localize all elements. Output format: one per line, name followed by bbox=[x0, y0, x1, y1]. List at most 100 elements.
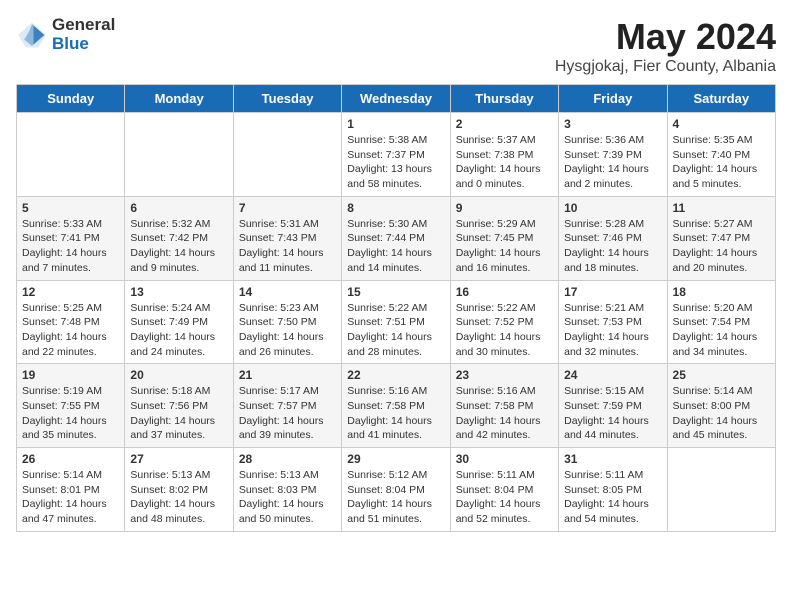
sunrise-text: Sunrise: 5:31 AM bbox=[239, 218, 319, 230]
sunset-text: Sunset: 7:45 PM bbox=[456, 232, 534, 244]
calendar-cell: 6 Sunrise: 5:32 AMSunset: 7:42 PMDaylight… bbox=[125, 196, 233, 280]
day-header-tuesday: Tuesday bbox=[233, 85, 341, 113]
sunrise-text: Sunrise: 5:13 AM bbox=[239, 469, 319, 481]
daylight-text: Daylight: 14 hours and 48 minutes. bbox=[130, 498, 215, 525]
calendar-cell: 3 Sunrise: 5:36 AMSunset: 7:39 PMDaylight… bbox=[559, 113, 667, 197]
day-number: 15 bbox=[347, 285, 444, 299]
sunrise-text: Sunrise: 5:21 AM bbox=[564, 302, 644, 314]
daylight-text: Daylight: 14 hours and 0 minutes. bbox=[456, 163, 541, 190]
daylight-text: Daylight: 14 hours and 50 minutes. bbox=[239, 498, 324, 525]
daylight-text: Daylight: 14 hours and 2 minutes. bbox=[564, 163, 649, 190]
day-number: 9 bbox=[456, 201, 553, 215]
sunset-text: Sunset: 7:47 PM bbox=[673, 232, 751, 244]
sunset-text: Sunset: 7:58 PM bbox=[456, 400, 534, 412]
sunrise-text: Sunrise: 5:22 AM bbox=[347, 302, 427, 314]
daylight-text: Daylight: 14 hours and 28 minutes. bbox=[347, 331, 432, 358]
cell-content: Sunrise: 5:27 AMSunset: 7:47 PMDaylight:… bbox=[673, 217, 770, 276]
day-header-thursday: Thursday bbox=[450, 85, 558, 113]
sunrise-text: Sunrise: 5:28 AM bbox=[564, 218, 644, 230]
logo-text: General Blue bbox=[52, 16, 115, 53]
calendar-cell: 20Sunrise: 5:18 AMSunset: 7:56 PMDayligh… bbox=[125, 364, 233, 448]
daylight-text: Daylight: 14 hours and 18 minutes. bbox=[564, 247, 649, 274]
day-header-monday: Monday bbox=[125, 85, 233, 113]
calendar-cell: 13Sunrise: 5:24 AMSunset: 7:49 PMDayligh… bbox=[125, 280, 233, 364]
cell-content: Sunrise: 5:38 AMSunset: 7:37 PMDaylight:… bbox=[347, 133, 444, 192]
sunset-text: Sunset: 7:39 PM bbox=[564, 149, 642, 161]
calendar-cell: 7 Sunrise: 5:31 AMSunset: 7:43 PMDaylight… bbox=[233, 196, 341, 280]
calendar-cell: 21Sunrise: 5:17 AMSunset: 7:57 PMDayligh… bbox=[233, 364, 341, 448]
day-header-friday: Friday bbox=[559, 85, 667, 113]
sunrise-text: Sunrise: 5:16 AM bbox=[347, 385, 427, 397]
calendar-cell: 29Sunrise: 5:12 AMSunset: 8:04 PMDayligh… bbox=[342, 448, 450, 532]
daylight-text: Daylight: 14 hours and 45 minutes. bbox=[673, 415, 758, 442]
sunrise-text: Sunrise: 5:11 AM bbox=[456, 469, 535, 481]
daylight-text: Daylight: 14 hours and 47 minutes. bbox=[22, 498, 107, 525]
sunset-text: Sunset: 8:00 PM bbox=[673, 400, 751, 412]
cell-content: Sunrise: 5:13 AM Sunset: 8:03 PM Daylight:… bbox=[239, 468, 336, 527]
daylight-text: Daylight: 14 hours and 44 minutes. bbox=[564, 415, 649, 442]
daylight-text: Daylight: 14 hours and 34 minutes. bbox=[673, 331, 758, 358]
daylight-text: Daylight: 14 hours and 7 minutes. bbox=[22, 247, 107, 274]
calendar-cell: 5Sunrise: 5:33 AMSunset: 7:41 PMDaylight… bbox=[17, 196, 125, 280]
sunset-text: Sunset: 7:55 PM bbox=[22, 400, 100, 412]
calendar-cell: 8Sunrise: 5:30 AMSunset: 7:44 PMDaylight… bbox=[342, 196, 450, 280]
sunrise-text: Sunrise: 5:23 AM bbox=[239, 302, 319, 314]
calendar-table: SundayMondayTuesdayWednesdayThursdayFrid… bbox=[16, 84, 776, 532]
sunrise-text: Sunrise: 5:15 AM bbox=[564, 385, 644, 397]
sunset-text: Sunset: 8:04 PM bbox=[347, 484, 425, 496]
calendar-cell: 18Sunrise: 5:20 AMSunset: 7:54 PMDayligh… bbox=[667, 280, 775, 364]
sunrise-text: Sunrise: 5:17 AM bbox=[239, 385, 319, 397]
day-number: 19 bbox=[22, 368, 119, 382]
sunset-text: Sunset: 7:51 PM bbox=[347, 316, 425, 328]
sunrise-text: Sunrise: 5:20 AM bbox=[673, 302, 753, 314]
calendar-cell bbox=[125, 113, 233, 197]
sunrise-text: Sunrise: 5:27 AM bbox=[673, 218, 753, 230]
cell-content: Sunrise: 5:14 AMSunset: 8:01 PMDaylight:… bbox=[22, 468, 119, 527]
cell-content: Sunrise: 5:33 AMSunset: 7:41 PMDaylight:… bbox=[22, 217, 119, 276]
cell-content: Sunrise: 5:31 AMSunset: 7:43 PMDaylight:… bbox=[239, 217, 336, 276]
sunrise-text: Sunrise: 5:13 AM bbox=[130, 469, 210, 481]
calendar-cell: 30Sunrise: 5:11 AMSunset: 8:04 PMDayligh… bbox=[450, 448, 558, 532]
cell-content: Sunrise: 5:35 AMSunset: 7:40 PMDaylight:… bbox=[673, 133, 770, 192]
sunrise-text: Sunrise: 5:29 AM bbox=[456, 218, 536, 230]
daylight-text: Daylight: 14 hours and 30 minutes. bbox=[456, 331, 541, 358]
cell-content: Sunrise: 5:32 AMSunset: 7:42 PMDaylight:… bbox=[130, 217, 227, 276]
sunset-text: Sunset: 8:03 PM bbox=[239, 484, 317, 496]
calendar-cell bbox=[667, 448, 775, 532]
calendar-cell bbox=[233, 113, 341, 197]
daylight-text: Daylight: 14 hours and 39 minutes. bbox=[239, 415, 324, 442]
sunset-text: Sunset: 7:46 PM bbox=[564, 232, 642, 244]
daylight-text: Daylight: 13 hours and 58 minutes. bbox=[347, 163, 432, 190]
cell-content: Sunrise: 5:36 AMSunset: 7:39 PMDaylight:… bbox=[564, 133, 661, 192]
daylight-text: Daylight: 14 hours and 54 minutes. bbox=[564, 498, 649, 525]
day-number: 26 bbox=[22, 452, 119, 466]
sunrise-text: Sunrise: 5:35 AM bbox=[673, 134, 753, 146]
day-number: 2 bbox=[456, 117, 553, 131]
cell-content: Sunrise: 5:28 AM Sunset: 7:46 PM Daylight:… bbox=[564, 217, 661, 276]
day-number: 25 bbox=[673, 368, 770, 382]
sunrise-text: Sunrise: 5:32 AM bbox=[130, 218, 210, 230]
cell-content: Sunrise: 5:23 AMSunset: 7:50 PMDaylight:… bbox=[239, 301, 336, 360]
sunrise-text: Sunrise: 5:18 AM bbox=[130, 385, 210, 397]
daylight-text: Daylight: 14 hours and 24 minutes. bbox=[130, 331, 215, 358]
day-number: 7 bbox=[239, 201, 336, 215]
day-number: 12 bbox=[22, 285, 119, 299]
sunset-text: Sunset: 7:57 PM bbox=[239, 400, 317, 412]
day-number: 6 bbox=[130, 201, 227, 215]
sunset-text: Sunset: 7:38 PM bbox=[456, 149, 534, 161]
cell-content: Sunrise: 5:30 AMSunset: 7:44 PMDaylight:… bbox=[347, 217, 444, 276]
day-number: 27 bbox=[130, 452, 227, 466]
day-number: 3 bbox=[564, 117, 661, 131]
day-header-wednesday: Wednesday bbox=[342, 85, 450, 113]
day-number: 29 bbox=[347, 452, 444, 466]
sunset-text: Sunset: 8:04 PM bbox=[456, 484, 534, 496]
calendar-cell: 31Sunrise: 5:11 AMSunset: 8:05 PMDayligh… bbox=[559, 448, 667, 532]
sunrise-text: Sunrise: 5:11 AM bbox=[564, 469, 643, 481]
daylight-text: Daylight: 14 hours and 11 minutes. bbox=[239, 247, 324, 274]
cell-content: Sunrise: 5:25 AMSunset: 7:48 PMDaylight:… bbox=[22, 301, 119, 360]
calendar-cell: 19Sunrise: 5:19 AMSunset: 7:55 PMDayligh… bbox=[17, 364, 125, 448]
daylight-text: Daylight: 14 hours and 51 minutes. bbox=[347, 498, 432, 525]
calendar-cell: 9Sunrise: 5:29 AMSunset: 7:45 PMDaylight… bbox=[450, 196, 558, 280]
sunset-text: Sunset: 8:01 PM bbox=[22, 484, 100, 496]
calendar-cell: 25Sunrise: 5:14 AMSunset: 8:00 PMDayligh… bbox=[667, 364, 775, 448]
